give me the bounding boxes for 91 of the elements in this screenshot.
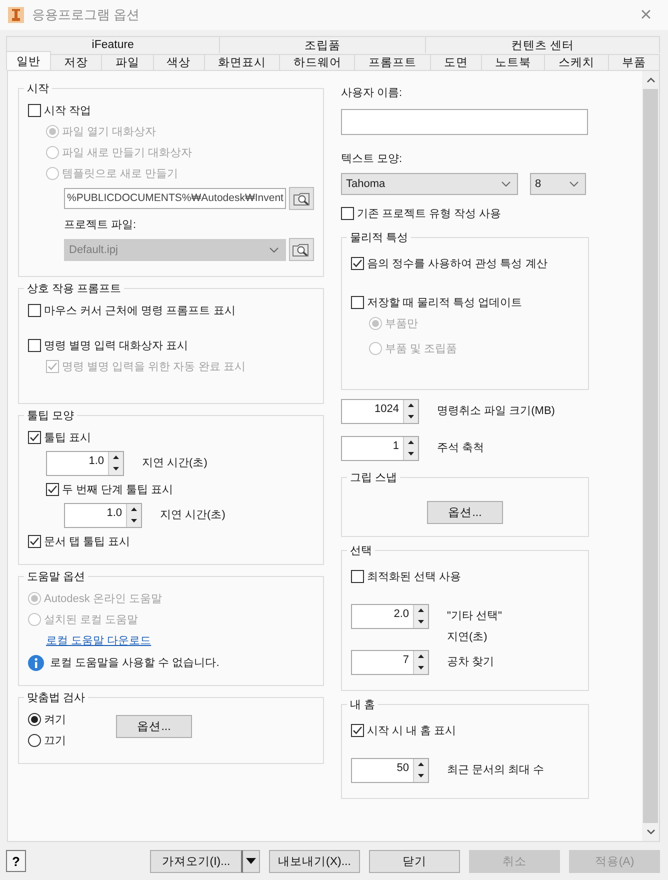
spin-label: 명령취소 파일 크기(MB)	[437, 404, 555, 418]
spin-box[interactable]: 1	[341, 436, 419, 461]
checkbox-label[interactable]: 최적화된 선택 사용	[367, 569, 462, 584]
browse-button[interactable]	[288, 238, 314, 261]
dropdown[interactable]: 8	[530, 173, 586, 195]
checkbox-label[interactable]: 마우스 커서 근처에 명령 프롬프트 표시	[44, 303, 236, 318]
import-button[interactable]: 가져오기(I)...	[150, 850, 243, 872]
spin-box[interactable]: 50	[351, 758, 429, 783]
checkbox[interactable]	[28, 339, 41, 352]
app-icon	[8, 7, 24, 23]
spin-label: "기타 선택"	[447, 609, 502, 623]
checkbox-label[interactable]: 기존 프로젝트 유형 작성 사용	[357, 206, 502, 221]
field-label: 사용자 이름:	[341, 86, 404, 101]
dialog-button[interactable]: 닫기	[369, 850, 460, 872]
group-title: 시작	[26, 82, 50, 96]
options-button[interactable]: 옵션...	[116, 715, 192, 738]
magnifier-icon	[292, 190, 311, 206]
group-title: 물리적 특성	[349, 231, 410, 245]
spin-box[interactable]: 1024	[341, 399, 419, 424]
tab[interactable]: 노트북	[481, 54, 546, 70]
scroll-thumb[interactable]	[643, 89, 658, 823]
browse-button[interactable]	[289, 187, 314, 210]
spin-box[interactable]: 1.0	[64, 503, 142, 528]
group-title: 상호 작용 프롬프트	[26, 282, 122, 296]
group-title: 툴팁 모양	[26, 409, 76, 423]
spin-label: 공차 찾기	[447, 655, 494, 669]
chevron-icon	[569, 181, 579, 187]
caret-icon	[246, 858, 256, 864]
group-title: 도움말 옵션	[26, 570, 86, 584]
checkbox[interactable]	[28, 431, 41, 444]
tab[interactable]: 도면	[430, 54, 482, 70]
spin-label: 지연 시간(초)	[160, 508, 226, 522]
group-title: 맞춤법 검사	[26, 691, 86, 705]
checkbox-label[interactable]: 명령 별명 입력 대화상자 표시	[44, 338, 188, 353]
radio-button[interactable]	[28, 734, 41, 747]
scrollbar[interactable]	[642, 71, 659, 841]
input-field[interactable]	[341, 109, 588, 135]
checkbox-label[interactable]: 툴팁 표시	[44, 430, 92, 445]
radio-label[interactable]: 켜기	[44, 712, 66, 727]
spin-label: 지연(초)	[447, 630, 488, 644]
tab[interactable]: 부품	[608, 54, 660, 70]
checkbox-label[interactable]: 두 번째 단계 툴팁 표시	[62, 482, 174, 497]
chevron-icon	[501, 181, 511, 187]
checkbox[interactable]	[351, 724, 364, 737]
help-button[interactable]: ?	[6, 850, 26, 872]
spin-label: 지연 시간(초)	[142, 456, 208, 470]
checkbox[interactable]	[46, 483, 59, 496]
field-label: 텍스트 모양:	[341, 152, 404, 167]
checkbox-label[interactable]: 시작 시 내 홈 표시	[367, 723, 456, 738]
checkbox-label[interactable]: 저장할 때 물리적 특성 업데이트	[367, 295, 522, 310]
tab[interactable]: 스케치	[544, 54, 609, 70]
tab[interactable]: 하드웨어	[279, 54, 356, 70]
checkbox-label[interactable]: 문서 탭 툴팁 표시	[44, 534, 130, 549]
tab[interactable]: 색상	[152, 54, 205, 70]
spin-box[interactable]: 7	[351, 650, 429, 675]
checkbox[interactable]	[351, 257, 364, 270]
tab[interactable]: 화면표시	[204, 54, 280, 70]
checkbox[interactable]	[28, 104, 41, 117]
tab[interactable]: iFeature	[6, 36, 220, 53]
group-title: 내 홈	[349, 698, 376, 712]
checkbox[interactable]	[341, 207, 354, 220]
spin-label: 주석 축척	[437, 441, 484, 455]
radio-label[interactable]: 끄기	[44, 733, 66, 748]
tab[interactable]: 파일	[101, 54, 154, 70]
checkbox[interactable]	[351, 570, 364, 583]
tab[interactable]: 프롬프트	[354, 54, 431, 70]
dropdown[interactable]: Tahoma	[341, 173, 518, 195]
tab[interactable]: 저장	[50, 54, 102, 70]
info-icon	[28, 654, 44, 670]
chevron-icon	[268, 246, 279, 252]
magnifier-icon	[292, 242, 310, 258]
group-title: 선택	[349, 544, 373, 558]
window-title: 응용프로그램 옵션	[32, 6, 141, 24]
spin-label: 최근 문서의 최대 수	[447, 763, 544, 777]
options-button[interactable]: 옵션...	[427, 501, 503, 524]
tab[interactable]: 컨텐츠 센터	[425, 36, 660, 53]
checkbox[interactable]	[351, 296, 364, 309]
checkbox-label[interactable]: 음의 정수를 사용하여 관성 특성 계산	[367, 256, 548, 271]
dialog-button[interactable]: 내보내기(X)...	[269, 850, 360, 872]
tab[interactable]: 일반	[6, 51, 51, 70]
checkbox-label[interactable]: 시작 작업	[44, 103, 92, 118]
spin-box[interactable]: 1.0	[46, 451, 124, 476]
dropdown-button[interactable]	[243, 850, 260, 872]
checkbox[interactable]	[28, 304, 41, 317]
field-label: 프로젝트 파일:	[64, 218, 138, 233]
tab[interactable]: 조립품	[218, 36, 426, 53]
info-text: 로컬 도움말을 사용할 수 없습니다.	[50, 656, 220, 670]
checkbox[interactable]	[28, 535, 41, 548]
radio-button[interactable]	[28, 713, 41, 726]
spin-box[interactable]: 2.0	[351, 604, 429, 629]
group-title: 그립 스냅	[349, 471, 398, 485]
